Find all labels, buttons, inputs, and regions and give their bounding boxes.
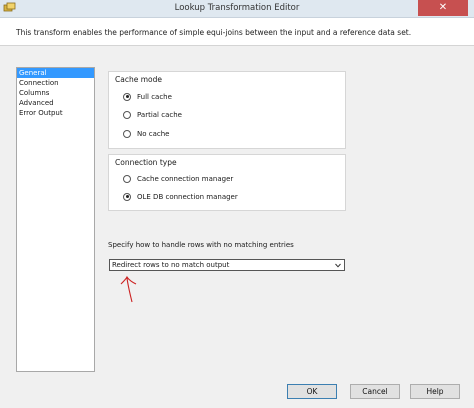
radio-button-icon[interactable]: [123, 92, 131, 101]
page-navigation-list[interactable]: General Connection Columns Advanced Erro…: [16, 67, 95, 372]
connection-type-title: Connection type: [115, 158, 177, 167]
chevron-down-icon[interactable]: [335, 263, 341, 268]
cache-mode-title: Cache mode: [115, 75, 162, 84]
radio-partial-cache[interactable]: Partial cache: [123, 109, 182, 120]
transform-description: This transform enables the performance o…: [16, 28, 412, 37]
dialog-button-bar: OK Cancel Help: [0, 372, 474, 408]
editor-panel: General Connection Columns Advanced Erro…: [0, 45, 474, 372]
help-button[interactable]: Help: [410, 384, 460, 399]
cancel-button[interactable]: Cancel: [350, 384, 400, 399]
radio-label: Cache connection manager: [137, 174, 234, 183]
radio-label: Full cache: [137, 92, 172, 101]
radio-label: Partial cache: [137, 110, 182, 119]
radio-button-icon[interactable]: [123, 192, 131, 201]
close-icon: ✕: [438, 2, 448, 13]
ok-button[interactable]: OK: [287, 384, 337, 399]
nav-item-columns[interactable]: Columns: [17, 88, 94, 98]
dropdown-selected-value: Redirect rows to no match output: [112, 261, 230, 269]
title-bar: Lookup Transformation Editor ✕: [0, 0, 474, 18]
nav-item-connection[interactable]: Connection: [17, 78, 94, 88]
no-match-dropdown[interactable]: Redirect rows to no match output: [109, 259, 345, 271]
cache-mode-group: Cache mode Full cache Partial cache No c…: [108, 71, 346, 149]
radio-full-cache[interactable]: Full cache: [123, 91, 172, 102]
radio-button-icon[interactable]: [123, 129, 131, 138]
radio-oledb-connection-manager[interactable]: OLE DB connection manager: [123, 191, 238, 202]
radio-button-icon[interactable]: [123, 174, 131, 183]
nav-item-error-output[interactable]: Error Output: [17, 108, 94, 118]
radio-no-cache[interactable]: No cache: [123, 128, 169, 139]
hand-drawn-arrow-annotation: [120, 275, 137, 303]
window-title: Lookup Transformation Editor: [174, 3, 300, 13]
nav-item-general[interactable]: General: [17, 68, 94, 78]
radio-label: OLE DB connection manager: [137, 192, 238, 201]
radio-button-icon[interactable]: [123, 110, 131, 119]
close-button[interactable]: ✕: [418, 0, 468, 16]
connection-type-group: Connection type Cache connection manager…: [108, 154, 346, 211]
radio-label: No cache: [137, 129, 170, 138]
nav-item-advanced[interactable]: Advanced: [17, 98, 94, 108]
no-match-label: Specify how to handle rows with no match…: [108, 241, 294, 249]
radio-cache-connection-manager[interactable]: Cache connection manager: [123, 173, 233, 184]
